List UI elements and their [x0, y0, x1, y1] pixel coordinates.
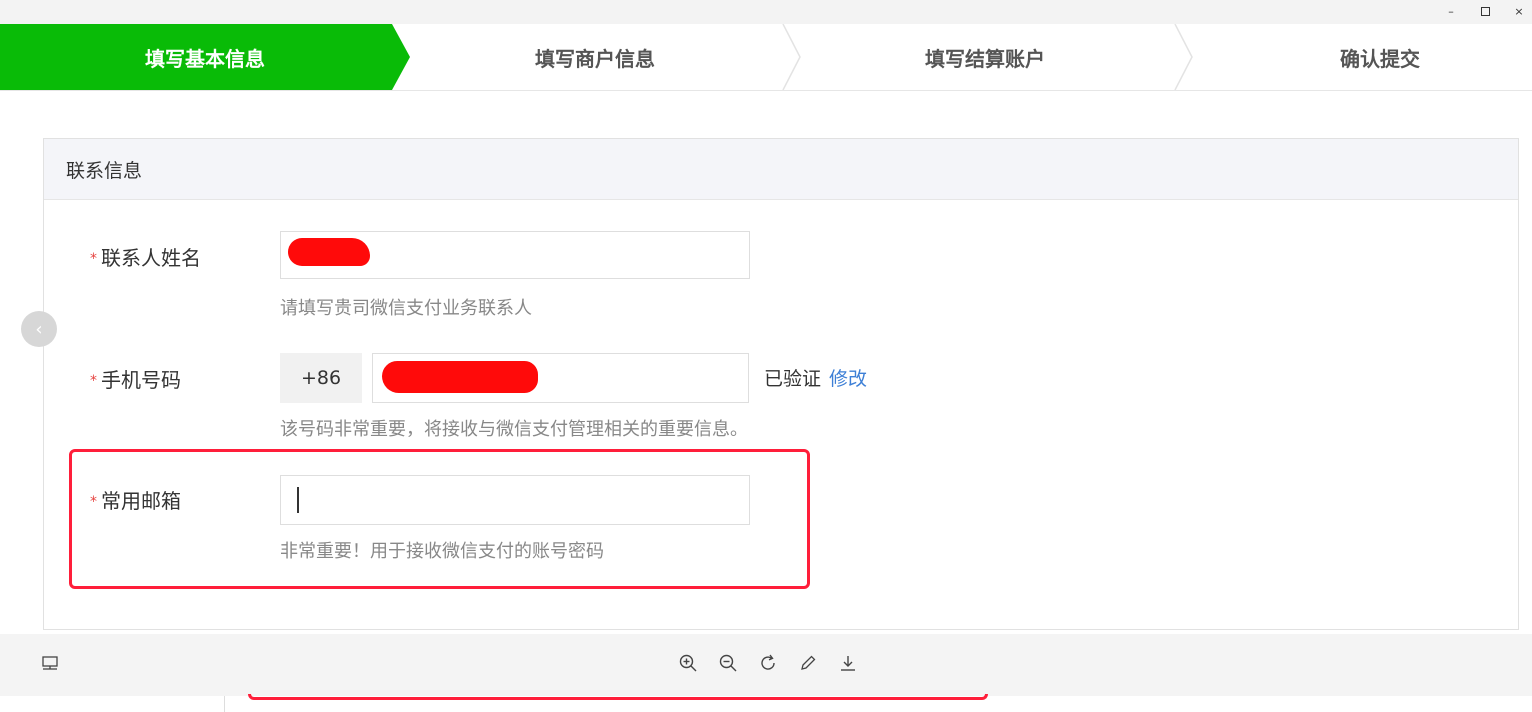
verified-status: 已验证: [764, 368, 822, 390]
progress-steps: 填写基本信息 填写商户信息 填写结算账户 确认提交: [0, 24, 1532, 91]
highlight-box: [69, 449, 810, 589]
contact-name-label-text: 联系人姓名: [101, 246, 201, 270]
step-separator-icon: [782, 24, 802, 90]
maximize-button[interactable]: [1477, 3, 1493, 19]
step-basic-info: 填写基本信息: [0, 24, 410, 90]
country-code: +86: [280, 353, 362, 403]
close-button[interactable]: ×: [1511, 3, 1527, 19]
divider: [224, 696, 225, 712]
step-merchant-info: 填写商户信息: [535, 46, 655, 71]
download-icon[interactable]: [837, 652, 859, 674]
window-titlebar: – ×: [0, 0, 1532, 24]
required-mark: *: [90, 251, 97, 267]
step-settlement-account: 填写结算账户: [925, 46, 1045, 71]
viewer-toolbar: [0, 634, 1532, 696]
redaction-mark: [382, 361, 538, 393]
contact-name-label: * 联系人姓名: [90, 242, 201, 271]
edit-icon[interactable]: [797, 652, 819, 674]
rotate-icon[interactable]: [757, 652, 779, 674]
maximize-icon: [1480, 6, 1490, 16]
section-title: 联系信息: [44, 139, 1518, 200]
required-mark: *: [90, 373, 97, 389]
thumbnail-icon[interactable]: [39, 652, 61, 674]
previous-image-button[interactable]: ‹: [21, 311, 57, 347]
step-confirm-submit: 确认提交: [1340, 46, 1420, 71]
phone-label: * 手机号码: [90, 364, 181, 393]
modify-phone-link[interactable]: 修改: [829, 368, 867, 390]
zoom-in-icon[interactable]: [677, 652, 699, 674]
minimize-button[interactable]: –: [1443, 3, 1459, 19]
chevron-left-icon: ‹: [35, 318, 43, 340]
highlight-box-partial: [248, 694, 988, 700]
phone-label-text: 手机号码: [101, 368, 181, 392]
redaction-mark: [288, 238, 370, 266]
phone-status: 已验证 修改: [764, 364, 867, 391]
zoom-out-icon[interactable]: [717, 652, 739, 674]
contact-name-hint: 请填写贵司微信支付业务联系人: [280, 298, 532, 319]
phone-hint: 该号码非常重要，将接收与微信支付管理相关的重要信息。: [280, 419, 748, 440]
